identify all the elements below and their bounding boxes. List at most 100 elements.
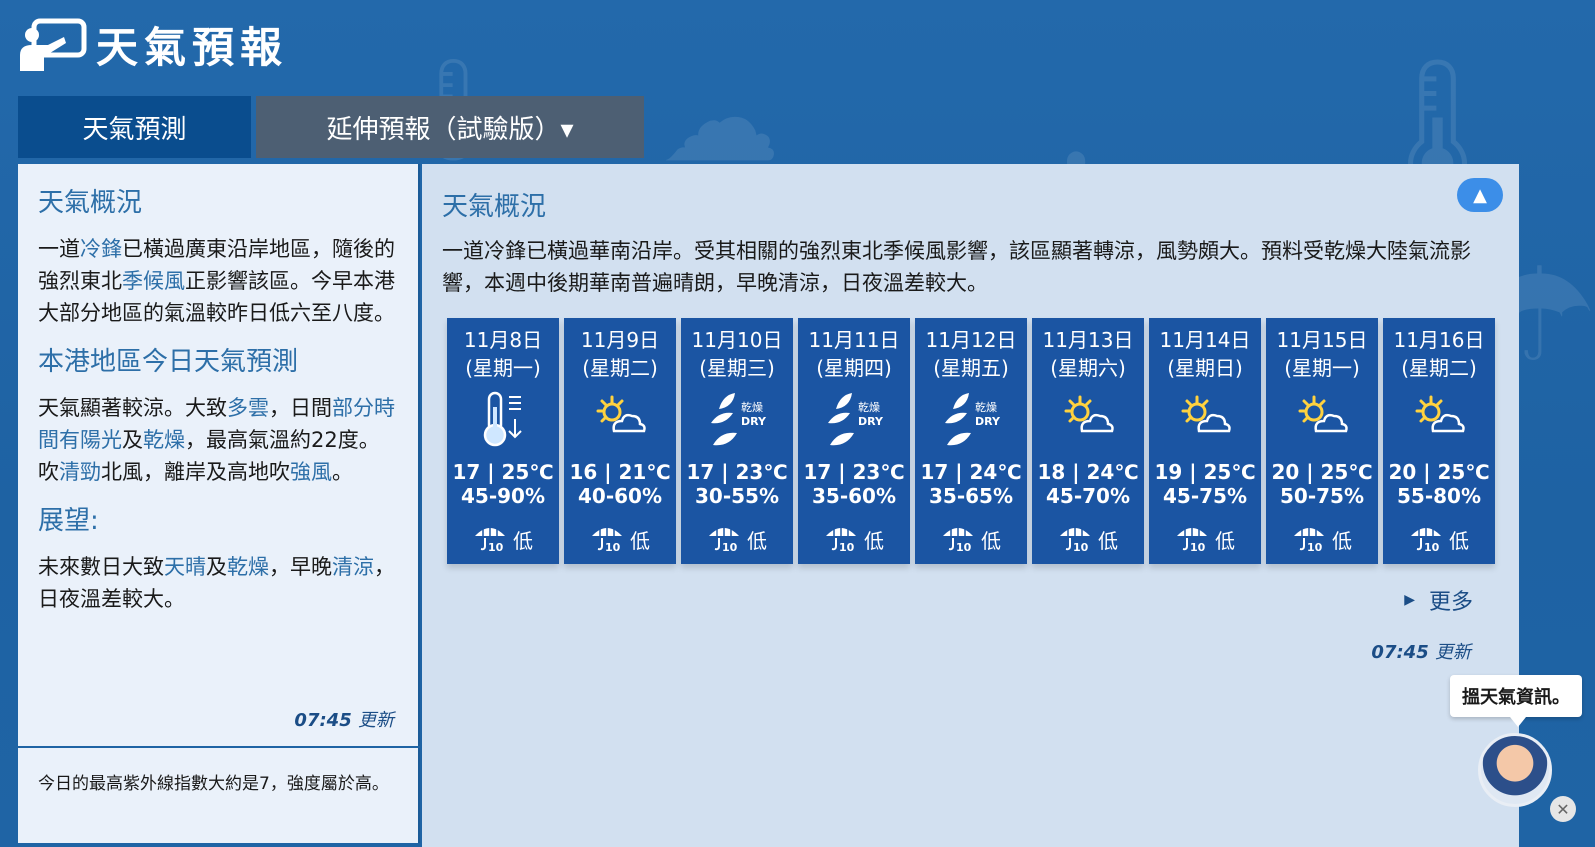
glossary-link-cloudy[interactable]: 多雲: [227, 396, 269, 420]
more-label: 更多: [1428, 590, 1473, 615]
glossary-link-fresh[interactable]: 清勁: [59, 460, 101, 484]
forecast-card[interactable]: 11月16日 (星期二) 20 | 25℃ 55-80% 10 低: [1383, 318, 1495, 564]
forecast-temperature: 19 | 25℃: [1154, 460, 1256, 484]
collapse-button[interactable]: ▲: [1457, 178, 1503, 212]
forecast-card[interactable]: 11月12日 (星期五) 乾燥 DRY 17 | 24℃ 35-65% 10 低: [915, 318, 1027, 564]
dry-icon: 乾燥 DRY: [915, 384, 1027, 454]
nine-day-forecast: 11月8日 (星期一) 17 | 25℃ 45-90% 10 低 11月9日 (…: [447, 318, 1500, 564]
forecast-humidity: 50-75%: [1279, 484, 1364, 508]
forecast-card[interactable]: 11月9日 (星期二) 16 | 21℃ 40-60% 10 低: [564, 318, 676, 564]
svg-text:10: 10: [1190, 541, 1206, 552]
general-situation-heading: 天氣概況: [38, 188, 143, 218]
tab-weather-forecast[interactable]: 天氣預測: [18, 96, 251, 158]
forecast-weekday: (星期四): [816, 356, 892, 380]
today-forecast-text: 天氣顯著較涼。大致多雲，日間部分時間有陽光及乾燥，最高氣溫約22度。吹清勁北風，…: [38, 392, 398, 488]
svg-text:10: 10: [488, 541, 504, 552]
forecast-humidity: 40-60%: [577, 484, 662, 508]
umbrella-icon: 10: [824, 522, 864, 557]
forecast-card[interactable]: 11月13日 (星期六) 18 | 24℃ 45-70% 10 低: [1032, 318, 1144, 564]
text-span: 一道: [38, 237, 80, 261]
site-header: 天氣預報: [18, 14, 288, 74]
forecast-temperature: 20 | 25℃: [1271, 460, 1373, 484]
glossary-link-dry[interactable]: 乾燥: [143, 428, 185, 452]
forecast-humidity: 45-90%: [460, 484, 545, 508]
forecast-card[interactable]: 11月11日 (星期四) 乾燥 DRY 17 | 23℃ 35-60% 10 低: [798, 318, 910, 564]
glossary-link-dry-2[interactable]: 乾燥: [227, 555, 269, 579]
text-span: 北風，離岸及高地吹: [101, 460, 290, 484]
umbrella-icon: 10: [473, 522, 513, 557]
rain-probability: 10 低: [1149, 522, 1261, 557]
local-forecast-panel: 天氣概況 一道冷鋒已橫過廣東沿岸地區，隨後的強烈東北季候風正影響該區。今早本港大…: [18, 164, 420, 746]
svg-text:乾燥: 乾燥: [975, 401, 997, 414]
rain-probability-label: 低: [1098, 529, 1118, 553]
text-span: 及: [206, 555, 227, 579]
forecast-temperature: 16 | 21℃: [569, 460, 671, 484]
text-span: 及: [122, 428, 143, 452]
forecast-temperature: 20 | 25℃: [1388, 460, 1490, 484]
forecast-weekday: (星期六): [1050, 356, 1126, 380]
forecast-humidity: 45-70%: [1045, 484, 1130, 508]
glossary-link-strong[interactable]: 強風: [290, 460, 332, 484]
text-span: 。: [332, 460, 353, 484]
rain-probability-label: 低: [513, 529, 533, 553]
rain-probability-label: 低: [630, 529, 650, 553]
update-time: 07:45 更新: [294, 706, 394, 732]
glossary-link-cold-front[interactable]: 冷鋒: [80, 237, 122, 261]
rain-probability-label: 低: [864, 529, 884, 553]
forecast-card[interactable]: 11月15日 (星期一) 20 | 25℃ 50-75% 10 低: [1266, 318, 1378, 564]
umbrella-icon: 10: [1292, 522, 1332, 557]
forecast-weekday: (星期二): [582, 356, 658, 380]
text-span: 未來數日大致: [38, 555, 164, 579]
forecast-card[interactable]: 11月10日 (星期三) 乾燥 DRY 17 | 23℃ 30-55% 10 低: [681, 318, 793, 564]
sunny-periods-icon: [564, 384, 676, 454]
extended-outlook-panel: 天氣概況 ▲ 一道冷鋒已橫過華南沿岸。受其相關的強烈東北季候風影響，該區顯著轉涼…: [422, 164, 1519, 847]
glossary-link-fine[interactable]: 天晴: [164, 555, 206, 579]
forecast-date: 11月15日: [1276, 328, 1368, 352]
text-span: ，早晚: [269, 555, 332, 579]
sunny-periods-icon: [1383, 384, 1495, 454]
svg-text:DRY: DRY: [975, 415, 1001, 428]
rain-probability: 10 低: [798, 522, 910, 557]
svg-text:10: 10: [1307, 541, 1323, 552]
forecast-card[interactable]: 11月8日 (星期一) 17 | 25℃ 45-90% 10 低: [447, 318, 559, 564]
glossary-link-cool[interactable]: 清涼: [332, 555, 374, 579]
forecast-date: 11月8日: [463, 328, 543, 352]
more-link[interactable]: ▶ 更多: [1404, 584, 1473, 616]
dry-icon: 乾燥 DRY: [681, 384, 793, 454]
tab-extended-forecast[interactable]: 延伸預報（試驗版）▾: [256, 96, 644, 158]
forecast-humidity: 30-55%: [694, 484, 779, 508]
chatbot-avatar[interactable]: [1478, 733, 1552, 807]
close-icon[interactable]: ✕: [1550, 796, 1576, 822]
forecast-date: 11月12日: [925, 328, 1017, 352]
chatbot-bubble[interactable]: 搵天氣資訊。: [1450, 675, 1582, 727]
page-title: 天氣預報: [96, 22, 289, 72]
forecast-weekday: (星期一): [1284, 356, 1360, 380]
svg-text:10: 10: [839, 541, 855, 552]
cloud-rain-bg-icon: ☁: [660, 50, 780, 189]
dry-icon: 乾燥 DRY: [798, 384, 910, 454]
rain-probability: 10 低: [1032, 522, 1144, 557]
rain-probability: 10 低: [681, 522, 793, 557]
today-forecast-heading: 本港地區今日天氣預測: [38, 347, 299, 377]
sunny-periods-icon: [1032, 384, 1144, 454]
forecast-weekday: (星期二): [1401, 356, 1477, 380]
svg-text:10: 10: [1424, 541, 1440, 552]
outlook-panel-heading: 天氣概況: [442, 192, 547, 222]
rain-probability-label: 低: [981, 529, 1001, 553]
umbrella-icon: 10: [1058, 522, 1098, 557]
update-label: 更新: [1435, 642, 1471, 663]
forecast-card[interactable]: 11月14日 (星期日) 19 | 25℃ 45-75% 10 低: [1149, 318, 1261, 564]
forecast-weekday: (星期三): [699, 356, 775, 380]
umbrella-icon: 10: [590, 522, 630, 557]
svg-text:10: 10: [956, 541, 972, 552]
svg-text:DRY: DRY: [858, 415, 884, 428]
sunny-periods-icon: [1266, 384, 1378, 454]
glossary-link-monsoon[interactable]: 季候風: [122, 269, 185, 293]
update-label: 更新: [358, 710, 394, 731]
forecast-weekday: (星期日): [1167, 356, 1243, 380]
presenter-board-icon[interactable]: [18, 15, 88, 73]
rain-probability: 10 低: [1383, 522, 1495, 557]
outlook-text: 未來數日大致天晴及乾燥，早晚清涼，日夜溫差較大。: [38, 551, 398, 615]
rain-probability-label: 低: [1215, 529, 1235, 553]
rain-probability: 10 低: [447, 522, 559, 557]
